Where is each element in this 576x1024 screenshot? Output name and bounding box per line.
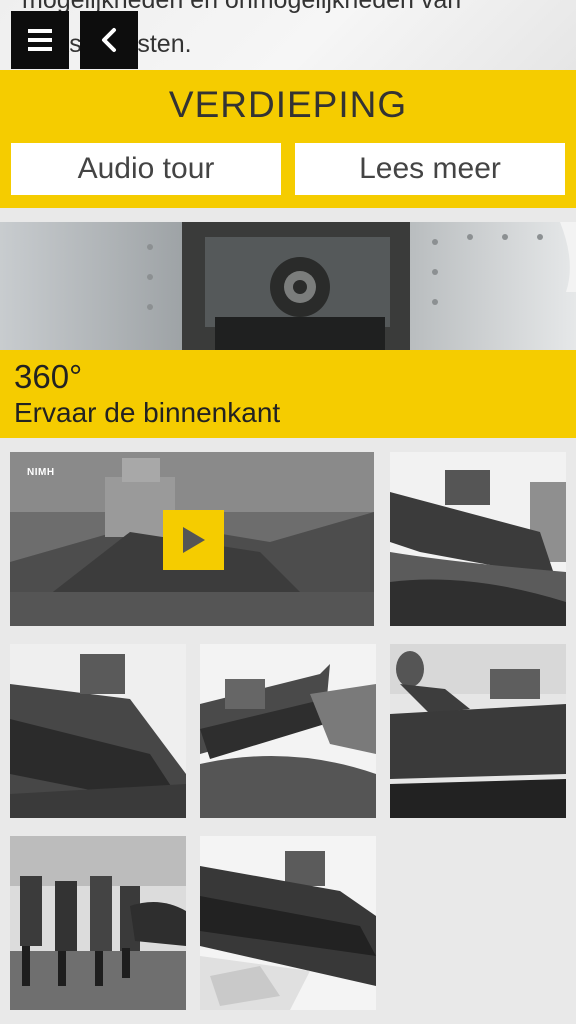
- audio-tour-button[interactable]: Audio tour: [11, 143, 281, 195]
- video-watermark: NIMH: [27, 467, 55, 478]
- panorama-image[interactable]: [0, 222, 576, 350]
- panorama-degrees: 360°: [14, 358, 83, 395]
- hamburger-icon: [28, 29, 52, 51]
- verdieping-section: VERDIEPING Audio tour Lees meer: [0, 70, 576, 208]
- gallery-photo[interactable]: [390, 644, 566, 818]
- panorama-subtitle: Ervaar de binnenkant: [14, 397, 281, 428]
- gallery-photo[interactable]: [390, 452, 566, 626]
- gallery-photo[interactable]: [200, 644, 376, 818]
- play-button[interactable]: [163, 510, 224, 570]
- lees-meer-button[interactable]: Lees meer: [295, 143, 565, 195]
- play-icon: [182, 527, 205, 553]
- gallery-photo[interactable]: [200, 836, 376, 1010]
- menu-button[interactable]: [11, 11, 69, 69]
- gallery-photo[interactable]: [10, 644, 186, 818]
- video-thumbnail[interactable]: NIMH: [10, 452, 374, 626]
- gallery-photo[interactable]: [10, 836, 186, 1010]
- panorama-label[interactable]: 360° Ervaar de binnenkant: [0, 350, 576, 438]
- back-button[interactable]: [80, 11, 138, 69]
- verdieping-title: VERDIEPING: [168, 84, 408, 125]
- chevron-left-icon: [102, 28, 116, 52]
